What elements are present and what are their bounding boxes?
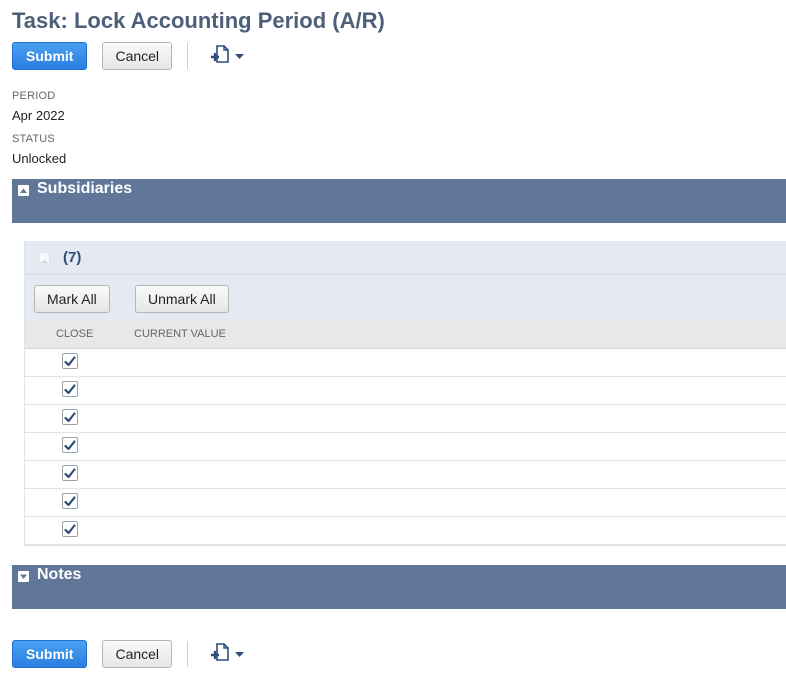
- period-label: PERIOD: [12, 90, 56, 102]
- page-title: Task: Lock Accounting Period (A/R): [12, 8, 385, 33]
- status-value: Unlocked: [12, 151, 67, 166]
- new-record-icon: [210, 642, 232, 667]
- top-toolbar: Submit Cancel: [12, 41, 245, 71]
- grid-header-row: CLOSE CURRENT VALUE: [25, 320, 786, 349]
- sublist-collapse-icon[interactable]: [39, 252, 50, 263]
- sublist-header: (7): [25, 241, 786, 275]
- unmark-all-button[interactable]: Unmark All: [135, 285, 229, 313]
- table-row: [25, 489, 786, 517]
- expand-arrow-icon[interactable]: [18, 571, 29, 582]
- close-checkbox[interactable]: [62, 493, 78, 509]
- checkmark-icon: [64, 523, 76, 534]
- cancel-button[interactable]: Cancel: [102, 42, 173, 70]
- notes-section-header[interactable]: Notes: [12, 565, 786, 609]
- mark-all-button[interactable]: Mark All: [34, 285, 110, 313]
- period-value: Apr 2022: [12, 108, 65, 123]
- toolbar-divider: [187, 43, 189, 69]
- table-row: [25, 349, 786, 377]
- notes-section-label: Notes: [37, 566, 82, 583]
- table-row: [25, 405, 786, 433]
- checkmark-icon: [64, 439, 76, 450]
- status-label: STATUS: [12, 133, 55, 145]
- checkmark-icon: [64, 383, 76, 394]
- table-row: [25, 433, 786, 461]
- column-header-current-value[interactable]: CURRENT VALUE: [134, 328, 226, 340]
- close-checkbox[interactable]: [62, 465, 78, 481]
- toolbar-divider-bottom: [187, 641, 189, 667]
- grid-body: [25, 349, 786, 545]
- collapse-arrow-icon[interactable]: [18, 185, 29, 196]
- submit-button-bottom[interactable]: Submit: [12, 640, 88, 668]
- actions-menu-button[interactable]: [210, 44, 245, 69]
- caret-down-icon: [235, 47, 245, 65]
- subsidiaries-section-label: Subsidiaries: [37, 180, 133, 197]
- sublist-button-bar: Mark All Unmark All: [25, 275, 786, 320]
- bottom-toolbar: Submit Cancel: [12, 639, 245, 669]
- subsidiaries-count: (7): [63, 249, 82, 266]
- checkmark-icon: [64, 495, 76, 506]
- task-page: Task: Lock Accounting Period (A/R) Submi…: [0, 0, 786, 690]
- table-row: [25, 461, 786, 489]
- new-record-icon: [210, 44, 232, 69]
- cancel-button-bottom[interactable]: Cancel: [102, 640, 173, 668]
- checkmark-icon: [64, 411, 76, 422]
- submit-button[interactable]: Submit: [12, 42, 88, 70]
- close-checkbox[interactable]: [62, 353, 78, 369]
- close-checkbox[interactable]: [62, 521, 78, 537]
- table-row: [25, 377, 786, 405]
- caret-down-icon: [235, 645, 245, 663]
- actions-menu-button-bottom[interactable]: [210, 642, 245, 667]
- subsidiaries-section-header[interactable]: Subsidiaries: [12, 179, 786, 223]
- close-checkbox[interactable]: [62, 381, 78, 397]
- checkmark-icon: [64, 355, 76, 366]
- checkmark-icon: [64, 467, 76, 478]
- close-checkbox[interactable]: [62, 437, 78, 453]
- close-checkbox[interactable]: [62, 409, 78, 425]
- column-header-close[interactable]: CLOSE: [56, 328, 93, 340]
- subsidiaries-sublist: (7) Mark All Unmark All CLOSE CURRENT VA…: [24, 241, 786, 546]
- table-row: [25, 517, 786, 545]
